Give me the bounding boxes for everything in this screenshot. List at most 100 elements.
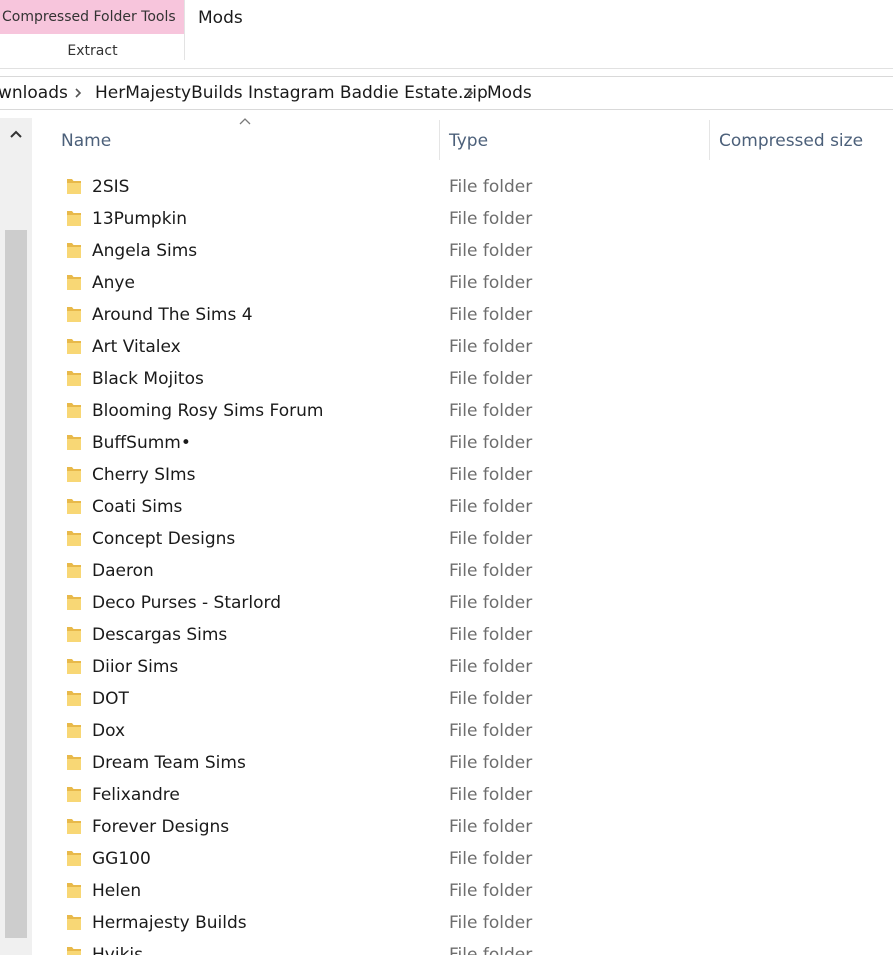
file-row[interactable]: Helen File folder	[32, 875, 893, 907]
ribbon-separator	[0, 68, 893, 69]
file-row[interactable]: Felixandre File folder	[32, 779, 893, 811]
file-row[interactable]: 2SIS File folder	[32, 171, 893, 203]
file-type: File folder	[449, 817, 533, 837]
column-header-name[interactable]: Name	[61, 118, 439, 162]
chevron-right-icon[interactable]	[72, 77, 84, 109]
file-name: Around The Sims 4	[92, 305, 253, 325]
file-type: File folder	[449, 593, 533, 613]
folder-icon	[67, 403, 81, 418]
file-type: File folder	[449, 433, 533, 453]
file-name: 2SIS	[92, 177, 130, 197]
folder-icon	[67, 563, 81, 578]
folder-icon	[67, 595, 81, 610]
file-name: BuffSumm•	[92, 433, 191, 453]
column-divider[interactable]	[709, 120, 710, 160]
file-name: Descargas Sims	[92, 625, 228, 645]
vertical-scrollbar[interactable]	[0, 118, 32, 955]
folder-icon	[67, 723, 81, 738]
chevron-right-icon[interactable]	[464, 77, 476, 109]
file-name: Dream Team Sims	[92, 753, 246, 773]
file-row[interactable]: Black Mojitos File folder	[32, 363, 893, 395]
file-row[interactable]: Cherry SIms File folder	[32, 459, 893, 491]
folder-icon	[67, 211, 81, 226]
file-row[interactable]: Concept Designs File folder	[32, 523, 893, 555]
folder-icon	[67, 467, 81, 482]
file-type: File folder	[449, 561, 533, 581]
column-header-type[interactable]: Type	[449, 118, 709, 162]
file-list: 2SIS File folder 13Pumpkin File folder Angel…	[32, 171, 893, 955]
breadcrumb-zip[interactable]: HerMajestyBuilds Instagram Baddie Estate…	[95, 77, 488, 109]
file-name: Cherry SIms	[92, 465, 196, 485]
file-name: Deco Purses - Starlord	[92, 593, 282, 613]
file-type: File folder	[449, 881, 533, 901]
folder-icon	[67, 627, 81, 642]
tab-extract[interactable]: Extract	[0, 34, 185, 68]
file-row[interactable]: Deco Purses - Starlord File folder	[32, 587, 893, 619]
file-row[interactable]: Angela Sims File folder	[32, 235, 893, 267]
file-name: DOT	[92, 689, 129, 709]
folder-icon	[67, 435, 81, 450]
file-name: Anye	[92, 273, 135, 293]
file-row[interactable]: Diior Sims File folder	[32, 651, 893, 683]
scrollbar-thumb[interactable]	[5, 230, 27, 938]
column-divider[interactable]	[439, 120, 440, 160]
file-type: File folder	[449, 497, 533, 517]
file-name: GG100	[92, 849, 151, 869]
file-type: File folder	[449, 401, 533, 421]
breadcrumb-downloads[interactable]: wnloads	[0, 77, 68, 109]
compressed-folder-tools-group: Compressed Folder Tools Extract	[0, 0, 185, 68]
file-type: File folder	[449, 465, 533, 485]
address-bar[interactable]: wnloads HerMajestyBuilds Instagram Baddi…	[0, 76, 893, 110]
column-header-compressed-size[interactable]: Compressed size	[719, 118, 893, 162]
folder-icon	[67, 787, 81, 802]
folder-icon	[67, 851, 81, 866]
file-type: File folder	[449, 785, 533, 805]
file-type: File folder	[449, 209, 533, 229]
file-row[interactable]: Forever Designs File folder	[32, 811, 893, 843]
file-row[interactable]: Coati Sims File folder	[32, 491, 893, 523]
file-type: File folder	[449, 913, 533, 933]
file-type: File folder	[449, 529, 533, 549]
file-row[interactable]: Anye File folder	[32, 267, 893, 299]
file-name: Coati Sims	[92, 497, 183, 517]
file-type: File folder	[449, 625, 533, 645]
folder-icon	[67, 307, 81, 322]
folder-icon	[67, 179, 81, 194]
context-group-title: Compressed Folder Tools	[0, 0, 185, 34]
file-row[interactable]: Art Vitalex File folder	[32, 331, 893, 363]
file-name: Forever Designs	[92, 817, 230, 837]
folder-icon	[67, 531, 81, 546]
file-row[interactable]: Hermajesty Builds File folder	[32, 907, 893, 939]
folder-icon	[67, 371, 81, 386]
file-row[interactable]: Hvikis File folder	[32, 939, 893, 955]
file-type: File folder	[449, 369, 533, 389]
file-row[interactable]: Around The Sims 4 File folder	[32, 299, 893, 331]
file-row[interactable]: BuffSumm• File folder	[32, 427, 893, 459]
folder-icon	[67, 819, 81, 834]
file-row[interactable]: GG100 File folder	[32, 843, 893, 875]
folder-icon	[67, 947, 81, 955]
ribbon: Compressed Folder Tools Extract Mods	[0, 0, 893, 68]
file-row[interactable]: Dox File folder	[32, 715, 893, 747]
file-row[interactable]: 13Pumpkin File folder	[32, 203, 893, 235]
file-type: File folder	[449, 273, 533, 293]
folder-icon	[67, 659, 81, 674]
file-row[interactable]: DOT File folder	[32, 683, 893, 715]
file-name: Daeron	[92, 561, 154, 581]
file-type: File folder	[449, 305, 533, 325]
file-row[interactable]: Daeron File folder	[32, 555, 893, 587]
file-row[interactable]: Blooming Rosy Sims Forum File folder	[32, 395, 893, 427]
file-type: File folder	[449, 753, 533, 773]
file-row[interactable]: Dream Team Sims File folder	[32, 747, 893, 779]
scroll-up-arrow-icon[interactable]	[4, 120, 28, 150]
folder-icon	[67, 499, 81, 514]
file-type: File folder	[449, 721, 533, 741]
file-type: File folder	[449, 689, 533, 709]
file-name: Hermajesty Builds	[92, 913, 247, 933]
file-row[interactable]: Descargas Sims File folder	[32, 619, 893, 651]
file-name: Art Vitalex	[92, 337, 181, 357]
file-name: Black Mojitos	[92, 369, 204, 389]
breadcrumb-mods[interactable]: Mods	[487, 77, 532, 109]
file-name: Helen	[92, 881, 142, 901]
file-type: File folder	[449, 177, 533, 197]
